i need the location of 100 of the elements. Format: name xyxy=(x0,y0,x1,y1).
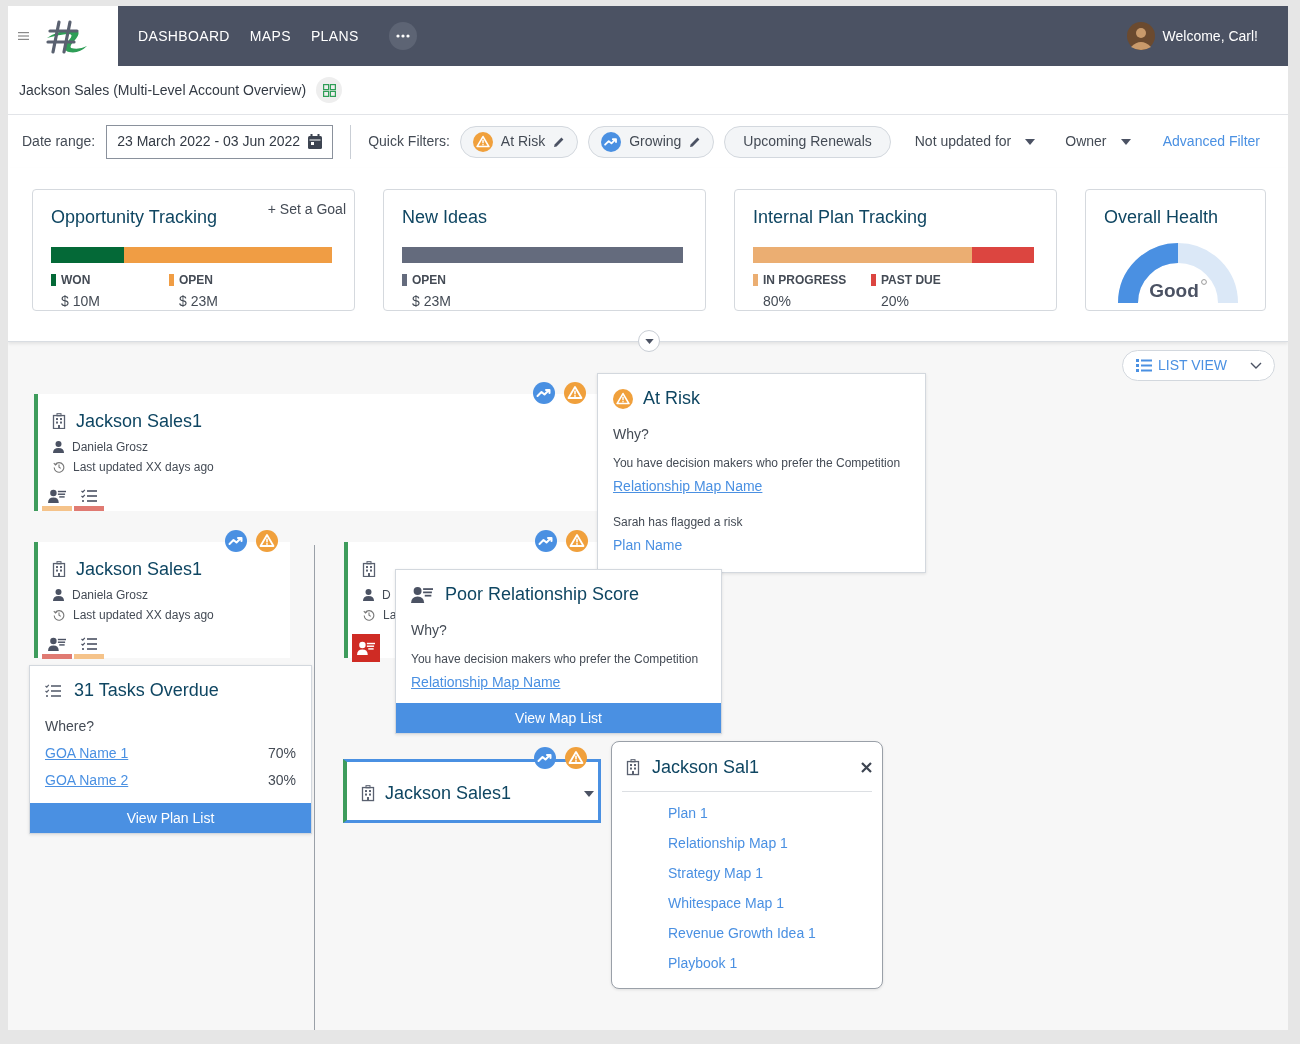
legend-label: IN PROGRESS xyxy=(763,272,847,289)
close-icon[interactable] xyxy=(861,762,872,773)
plan-link[interactable]: Plan Name xyxy=(613,535,683,556)
warning-icon xyxy=(564,382,586,404)
building-icon xyxy=(361,785,375,802)
question-text: Where? xyxy=(45,717,96,736)
trend-icon xyxy=(533,382,555,404)
calendar-icon xyxy=(308,134,323,149)
checklist-icon xyxy=(45,683,61,698)
pencil-icon xyxy=(553,135,566,148)
nav-link[interactable]: MAPS xyxy=(249,25,291,47)
note-text: Sarah has flagged a risk xyxy=(613,514,744,531)
more-icon[interactable] xyxy=(388,22,417,50)
legend-label: WON xyxy=(61,272,91,289)
list-view-dropdown[interactable]: LIST VIEW xyxy=(1122,350,1275,381)
building-icon xyxy=(362,560,376,578)
person-icon xyxy=(53,441,64,453)
question-text: Why? xyxy=(613,425,650,444)
person-icon xyxy=(363,589,374,601)
menu-item[interactable]: Relationship Map 1 xyxy=(668,828,788,858)
history-icon xyxy=(53,461,65,473)
card-title: Overall Health xyxy=(1104,206,1219,229)
filter-chip[interactable]: Upcoming Renewals xyxy=(724,125,891,158)
percent-text: 70% xyxy=(267,744,296,763)
popover-title: Poor Relationship Score xyxy=(445,583,640,606)
nav-link[interactable]: PLANS xyxy=(310,25,359,47)
advanced-filter-link[interactable]: Advanced Filter xyxy=(1162,131,1260,152)
legend-label: PAST DUE xyxy=(881,272,941,289)
caret-icon xyxy=(644,338,654,344)
legend-value: $ 10M xyxy=(60,292,101,311)
question-text: Why? xyxy=(411,621,448,640)
checklist-icon xyxy=(81,489,97,503)
collapse-button[interactable] xyxy=(638,330,660,352)
list-icon xyxy=(1136,359,1152,372)
legend-value: $ 23M xyxy=(411,292,452,311)
quick-filters-label: Quick Filters: xyxy=(368,132,450,151)
map-link[interactable]: Relationship Map Name xyxy=(411,672,561,693)
warning-icon xyxy=(256,530,278,552)
popover-title: At Risk xyxy=(643,387,700,410)
relationship-icon xyxy=(48,488,66,503)
map-link[interactable]: Relationship Map Name xyxy=(613,476,763,497)
caret-icon xyxy=(584,790,594,797)
filter-dropdown[interactable]: Not updated for xyxy=(914,131,1036,152)
caret-icon xyxy=(1120,138,1131,145)
owner-name: Daniela Grosz xyxy=(72,439,149,456)
node-title: Jackson Sales1 xyxy=(76,557,203,581)
info-icon xyxy=(1200,278,1207,285)
legend-value: 80% xyxy=(762,292,793,311)
relationship-icon xyxy=(48,636,66,651)
relationship-icon xyxy=(411,585,433,604)
filter-dropdown[interactable]: Owner xyxy=(1065,131,1131,152)
avatar xyxy=(1126,22,1155,50)
menu-item[interactable]: Whitespace Map 1 xyxy=(668,888,784,918)
welcome-text: Welcome, Carl! xyxy=(1162,26,1258,46)
chevron-icon xyxy=(1250,362,1262,369)
trend-icon xyxy=(534,747,556,769)
popover-button[interactable]: View Map List xyxy=(396,703,721,733)
date-range-field[interactable]: 23 March 2022 - 03 Jun 2022 xyxy=(106,124,334,159)
menu-item[interactable]: Revenue Growth Idea 1 xyxy=(668,918,816,948)
filter-chip[interactable]: Growing xyxy=(588,125,715,158)
account-node[interactable]: Jackson Sales1 xyxy=(343,759,601,823)
goal-link[interactable]: GOA Name 2 xyxy=(45,770,129,791)
menu-icon[interactable] xyxy=(18,32,29,40)
popover-title: 31 Tasks Overdue xyxy=(74,679,219,702)
building-icon xyxy=(52,412,66,430)
checklist-icon xyxy=(81,637,97,651)
card-title: Opportunity Tracking xyxy=(51,206,218,229)
caret-icon xyxy=(1025,138,1036,145)
legend-label: OPEN xyxy=(179,272,213,289)
goal-link[interactable]: GOA Name 1 xyxy=(45,743,129,764)
legend-value: $ 23M xyxy=(178,292,219,311)
menu-item[interactable]: Playbook 1 xyxy=(668,948,738,978)
building-icon xyxy=(52,560,66,578)
card-title: Internal Plan Tracking xyxy=(753,206,928,229)
person-icon xyxy=(53,589,64,601)
legend-label: OPEN xyxy=(412,272,446,289)
grid-view-button[interactable] xyxy=(316,77,343,103)
nav-link[interactable]: DASHBOARD xyxy=(138,25,230,47)
node-title: Jackson Sales1 xyxy=(76,409,203,433)
last-updated-text: Last updated XX days ago xyxy=(73,607,214,624)
menu-item[interactable]: Plan 1 xyxy=(668,798,708,828)
gauge-value: Good xyxy=(1149,278,1199,303)
account-node[interactable]: Jackson Sales1 Daniela Grosz Last updated XX days ago xyxy=(34,542,290,658)
building-icon xyxy=(626,759,640,776)
relationship-icon xyxy=(357,640,375,656)
indicator-button[interactable] xyxy=(352,634,380,662)
menu-item[interactable]: Strategy Map 1 xyxy=(668,858,763,888)
grid-icon xyxy=(322,83,336,97)
owner-name: D xyxy=(382,587,391,604)
reason-text: You have decision makers who prefer the Competition xyxy=(411,651,700,668)
popover-button[interactable]: View Plan List xyxy=(30,803,311,833)
legend-value: 20% xyxy=(880,292,911,311)
trend-icon xyxy=(601,131,622,152)
filter-chip[interactable]: At Risk xyxy=(459,125,579,158)
last-updated-text: Last updated XX days ago xyxy=(73,459,214,476)
warning-icon xyxy=(565,747,587,769)
warning-icon xyxy=(472,131,493,152)
set-goal-link[interactable]: + Set a Goal xyxy=(267,199,346,220)
account-node[interactable]: Jackson Sales1 Daniela Grosz Last updated XX days ago xyxy=(34,394,598,511)
page-title: Jackson Sales (Multi-Level Account Overview) xyxy=(19,80,307,100)
